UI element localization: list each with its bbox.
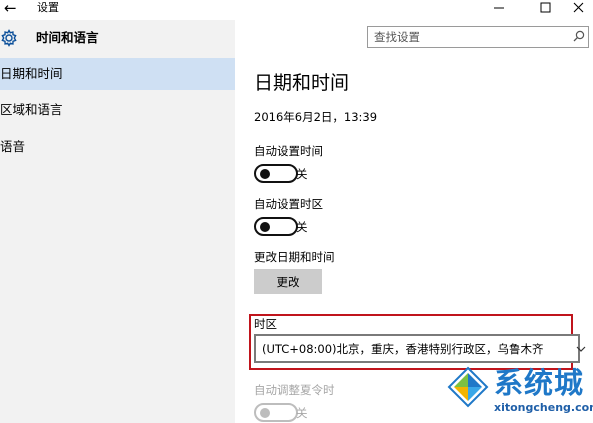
close-button[interactable] xyxy=(561,0,593,16)
sidebar-title: 时间和语言 xyxy=(36,30,99,45)
window-title: 设置 xyxy=(37,1,59,14)
dst-toggle[interactable] xyxy=(254,403,298,422)
search-box[interactable] xyxy=(367,26,589,48)
auto-time-label: 自动设置时间 xyxy=(254,144,323,158)
sidebar-item-speech[interactable]: 语音 xyxy=(0,131,235,163)
sidebar-item-label: 日期和时间 xyxy=(0,66,63,81)
toggle-knob xyxy=(260,168,270,179)
page-title: 日期和时间 xyxy=(254,72,350,94)
timezone-dropdown[interactable]: (UTC+08:00)北京，重庆，香港特别行政区，乌鲁木齐 xyxy=(254,334,586,363)
auto-time-state: 关 xyxy=(296,167,308,181)
dst-state: 关 xyxy=(296,406,308,420)
toggle-knob xyxy=(260,407,270,418)
close-icon xyxy=(573,2,584,13)
watermark-url: xitongcheng.com xyxy=(494,401,593,414)
dst-label: 自动调整夏令时 xyxy=(254,383,335,397)
auto-time-toggle[interactable] xyxy=(254,164,298,183)
change-button[interactable]: 更改 xyxy=(254,269,322,294)
back-arrow-icon[interactable]: ← xyxy=(4,0,17,17)
auto-timezone-toggle[interactable] xyxy=(254,217,298,236)
maximize-icon xyxy=(540,2,551,13)
search-icon[interactable] xyxy=(572,29,586,43)
sidebar-item-region-language[interactable]: 区域和语言 xyxy=(0,94,235,126)
gear-icon xyxy=(1,29,17,47)
auto-timezone-state: 关 xyxy=(296,220,308,234)
toggle-knob xyxy=(260,221,270,232)
search-input[interactable] xyxy=(374,29,564,45)
chevron-down-icon xyxy=(576,346,586,352)
current-datetime: 2016年6月2日，13:39 xyxy=(254,110,378,124)
watermark-text: 系统城 xyxy=(494,366,585,400)
sidebar-item-label: 区域和语言 xyxy=(0,102,63,117)
timezone-value: (UTC+08:00)北京，重庆，香港特别行政区，乌鲁木齐 xyxy=(262,342,544,356)
maximize-button[interactable] xyxy=(527,0,563,16)
watermark-logo-icon xyxy=(447,366,489,408)
minimize-button[interactable] xyxy=(481,0,517,16)
sidebar-item-label: 语音 xyxy=(0,139,26,154)
change-datetime-label: 更改日期和时间 xyxy=(254,250,335,264)
timezone-label: 时区 xyxy=(254,317,277,331)
sidebar-item-date-time[interactable]: 日期和时间 xyxy=(0,58,235,90)
auto-timezone-label: 自动设置时区 xyxy=(254,197,323,211)
